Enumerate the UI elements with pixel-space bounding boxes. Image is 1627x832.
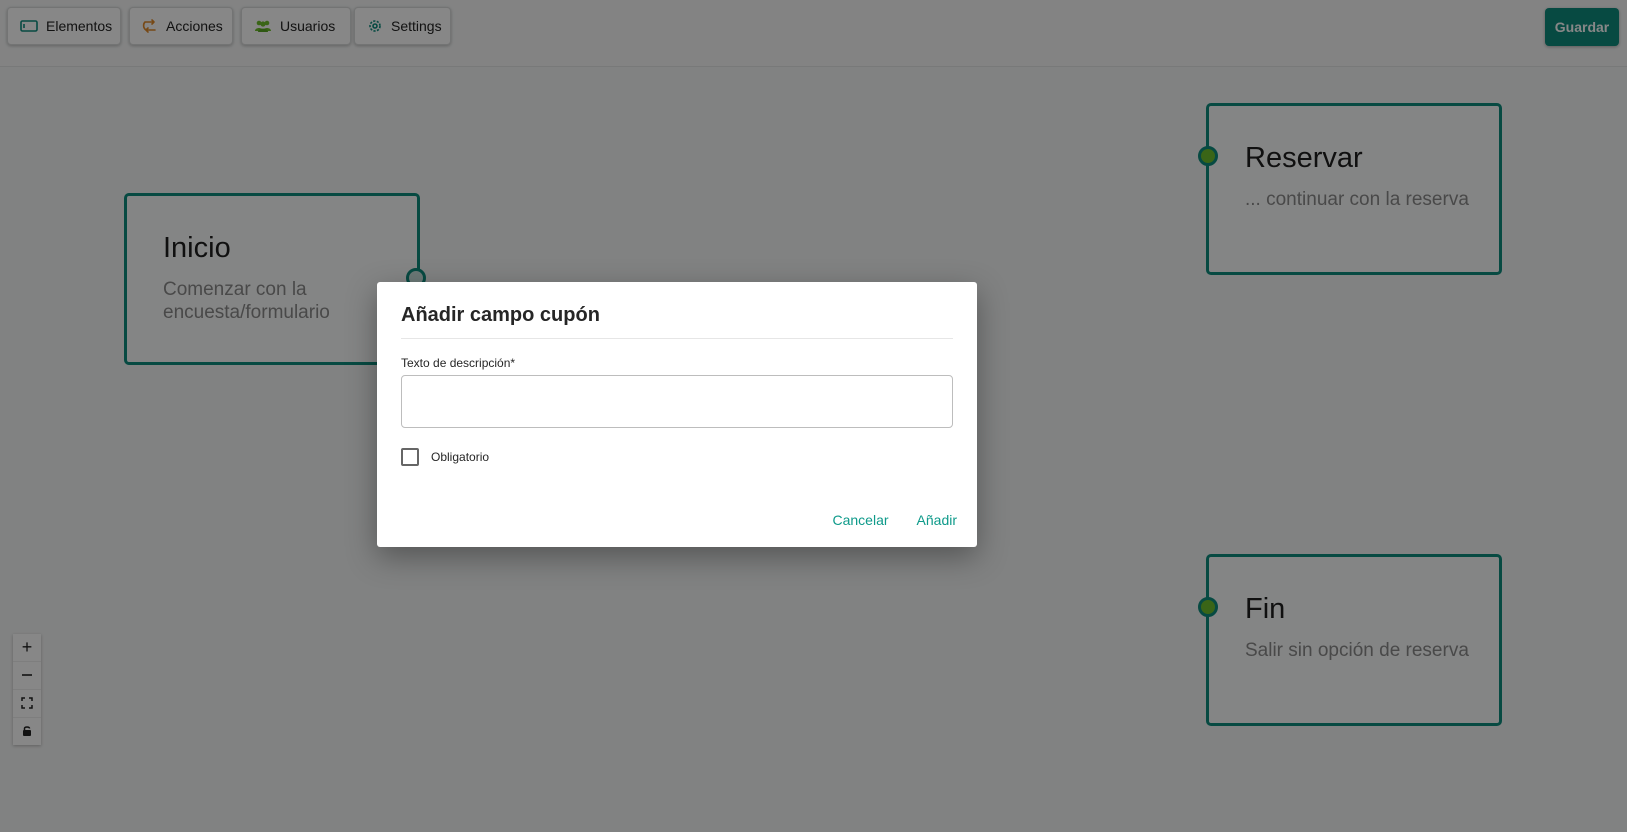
required-checkbox-label: Obligatorio: [431, 450, 490, 464]
dialog-divider: [401, 338, 953, 339]
description-text-input[interactable]: [401, 375, 953, 428]
dialog-actions: Cancelar Añadir: [833, 512, 958, 528]
required-checkbox[interactable]: [401, 448, 419, 466]
add-coupon-field-dialog: Añadir campo cupón Texto de descripción*…: [377, 282, 977, 547]
cancel-button[interactable]: Cancelar: [833, 512, 889, 528]
description-field-label: Texto de descripción*: [401, 356, 516, 370]
add-button[interactable]: Añadir: [917, 512, 957, 528]
required-checkbox-row[interactable]: Obligatorio: [401, 448, 489, 466]
dialog-title: Añadir campo cupón: [401, 304, 600, 326]
